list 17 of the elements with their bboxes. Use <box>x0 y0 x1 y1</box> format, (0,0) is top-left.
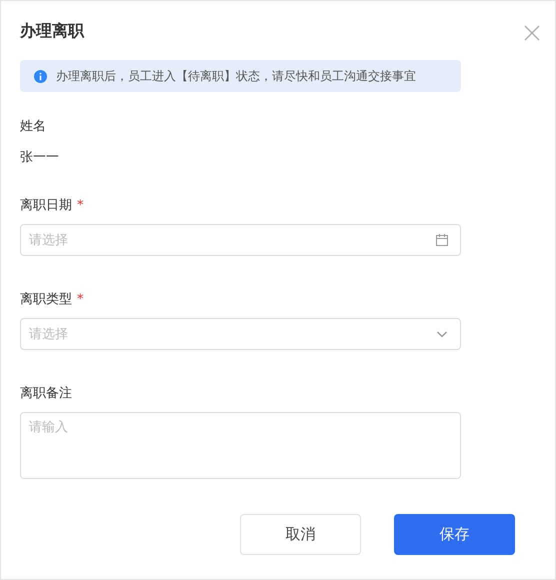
field-label: 离职类型 <box>20 291 72 309</box>
calendar-icon <box>436 234 448 246</box>
field-label: 离职备注 <box>20 385 72 403</box>
field-label: 姓名 <box>20 118 46 136</box>
notes-field[interactable]: 请输入 <box>20 412 461 479</box>
save-button[interactable]: 保存 <box>394 514 515 555</box>
cancel-button[interactable]: 取消 <box>240 514 361 555</box>
select-field[interactable]: 请选择 <box>20 318 461 350</box>
date-picker[interactable]: 请选择 <box>20 224 461 256</box>
close-icon[interactable] <box>523 24 541 42</box>
required-mark: * <box>77 291 84 309</box>
dialog-title: 办理离职 <box>20 20 84 42</box>
info-icon <box>34 70 47 82</box>
field-value: 张一一 <box>20 149 59 167</box>
required-mark: * <box>77 197 84 215</box>
info-message: 办理离职后，员工进入【待离职】状态，请尽快和员工沟通交接事宜 <box>56 68 416 85</box>
field-label: 离职日期 <box>20 197 72 215</box>
